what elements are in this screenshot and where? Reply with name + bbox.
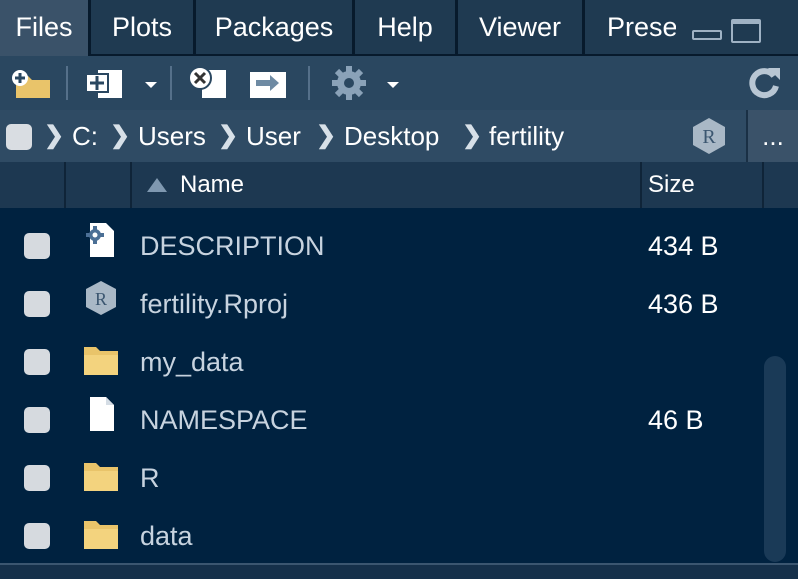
sort-ascending-icon[interactable] — [146, 175, 168, 195]
refresh-icon[interactable] — [744, 64, 784, 102]
rproject-icon[interactable]: R — [689, 116, 729, 156]
table-row[interactable]: data — [0, 507, 760, 565]
toolbar-separator — [66, 66, 68, 100]
row-checkbox[interactable] — [24, 349, 50, 375]
breadcrumb-current[interactable]: fertility — [489, 110, 564, 162]
breadcrumb-drive[interactable]: C: — [72, 110, 98, 162]
file-name[interactable]: R — [140, 449, 160, 507]
table-row[interactable]: R — [0, 449, 760, 507]
rproj-icon: R — [86, 281, 116, 315]
row-checkbox[interactable] — [24, 291, 50, 317]
files-toolbar — [0, 56, 798, 110]
file-name[interactable]: my_data — [140, 333, 244, 391]
pane-bottom-border — [0, 563, 798, 579]
tab-plots[interactable]: Plots — [91, 0, 193, 54]
minimize-icon[interactable] — [692, 30, 722, 40]
table-row[interactable]: my_data — [0, 333, 760, 391]
chevron-right-icon: ❯ — [44, 122, 65, 149]
chevron-right-icon: ❯ — [462, 122, 483, 149]
row-checkbox[interactable] — [24, 523, 50, 549]
file-size: 46 B — [648, 405, 704, 435]
tab-help[interactable]: Help — [355, 0, 455, 54]
header-divider — [130, 162, 132, 208]
table-row[interactable]: DESCRIPTION 434 B — [0, 217, 760, 275]
scrollbar-thumb[interactable] — [764, 356, 786, 562]
header-divider — [640, 162, 642, 208]
gear-icon[interactable] — [328, 64, 370, 102]
row-checkbox[interactable] — [24, 465, 50, 491]
svg-text:R: R — [702, 126, 716, 148]
row-checkbox[interactable] — [24, 233, 50, 259]
chevron-down-icon[interactable] — [140, 64, 162, 102]
window-controls — [676, 0, 798, 54]
file-size: 436 B — [648, 289, 719, 319]
maximize-icon[interactable] — [731, 19, 761, 43]
file-name[interactable]: data — [140, 507, 193, 565]
chevron-right-icon: ❯ — [218, 122, 239, 149]
delete-icon[interactable] — [186, 64, 232, 102]
pane-tab-bar: Files Plots Packages Help Viewer Prese — [0, 0, 798, 56]
chevron-down-icon[interactable] — [382, 64, 404, 102]
chevron-right-icon: ❯ — [110, 122, 131, 149]
column-header-size[interactable]: Size — [648, 162, 695, 208]
folder-icon — [84, 521, 118, 549]
file-name[interactable]: fertility.Rproj — [140, 275, 288, 333]
file-icon — [90, 397, 114, 431]
table-row[interactable]: NAMESPACE 46 B — [0, 391, 760, 449]
new-file-icon[interactable] — [84, 64, 130, 102]
breadcrumb-user[interactable]: User — [246, 110, 301, 162]
file-size: 434 B — [648, 231, 719, 261]
toolbar-separator — [308, 66, 310, 100]
svg-text:R: R — [95, 289, 107, 309]
new-folder-icon[interactable] — [10, 64, 54, 102]
header-divider — [64, 162, 66, 208]
file-name[interactable]: NAMESPACE — [140, 391, 308, 449]
row-checkbox[interactable] — [24, 407, 50, 433]
tab-viewer[interactable]: Viewer — [458, 0, 582, 54]
description-icon — [86, 223, 114, 257]
table-row[interactable]: R fertility.Rproj 436 B — [0, 275, 760, 333]
breadcrumb-desktop[interactable]: Desktop — [344, 110, 439, 162]
more-options-button[interactable]: ... — [746, 110, 798, 162]
folder-icon — [84, 463, 118, 491]
chevron-right-icon: ❯ — [316, 122, 337, 149]
breadcrumb-users[interactable]: Users — [138, 110, 206, 162]
column-header-name[interactable]: Name — [180, 162, 244, 208]
file-name[interactable]: DESCRIPTION — [140, 217, 325, 275]
tab-packages[interactable]: Packages — [196, 0, 352, 54]
rename-icon[interactable] — [246, 64, 292, 102]
folder-icon — [84, 347, 118, 375]
toolbar-separator — [170, 66, 172, 100]
select-all-checkbox[interactable] — [6, 124, 32, 150]
header-divider — [762, 162, 764, 208]
tab-files[interactable]: Files — [0, 0, 88, 56]
tab-presentation[interactable]: Prese — [585, 0, 685, 54]
